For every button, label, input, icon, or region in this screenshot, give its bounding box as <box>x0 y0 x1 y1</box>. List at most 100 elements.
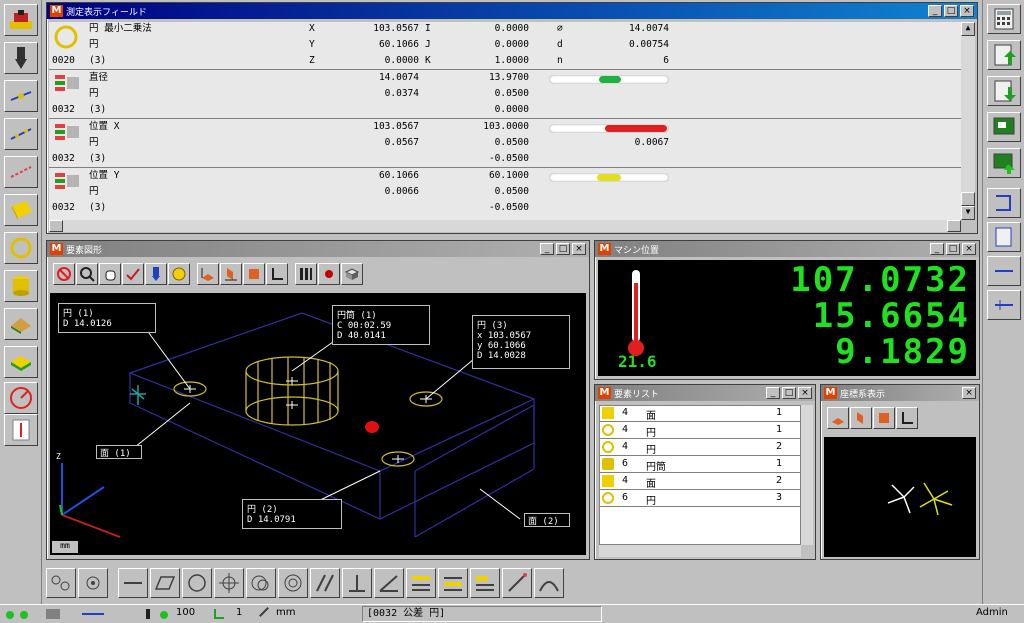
sphere-icon[interactable] <box>4 346 38 378</box>
minimize-button[interactable]: _ <box>928 5 942 17</box>
symmetry-icon[interactable] <box>406 568 436 598</box>
list-item[interactable]: 6円3 <box>600 491 800 507</box>
pan-hand-icon[interactable] <box>99 263 121 285</box>
list-item[interactable]: 4円2 <box>600 440 800 456</box>
angle-icon[interactable] <box>4 382 38 414</box>
measure-block[interactable]: 0032 位置 X 円 (3) 103.0567 0.0567 103.0000… <box>49 120 961 168</box>
rotate-icon[interactable] <box>168 263 190 285</box>
measure-hscrollbar[interactable] <box>49 220 961 232</box>
measure-block[interactable]: 0020 円 最小二乗法 円 (3) X Y Z 103.0567 60.106… <box>49 22 961 70</box>
close-button[interactable]: × <box>960 5 974 17</box>
scroll-thumb[interactable] <box>961 192 975 206</box>
list-window-title: 要素リスト <box>614 389 660 400</box>
list-item[interactable]: 4面1 <box>600 406 800 422</box>
view-iso-icon[interactable] <box>266 263 288 285</box>
maximize-button[interactable]: □ <box>944 5 958 17</box>
minimize-button[interactable]: _ <box>930 243 944 255</box>
arc-icon[interactable] <box>534 568 564 598</box>
calc-up-icon[interactable] <box>987 40 1021 70</box>
solid-icon[interactable] <box>341 263 363 285</box>
minimize-button[interactable]: _ <box>766 387 780 399</box>
page-icon[interactable] <box>987 222 1021 252</box>
scroll-up-button[interactable]: ▲ <box>961 22 975 36</box>
measure-vscrollbar[interactable]: ▲ ▼ <box>961 22 975 220</box>
calculator-icon[interactable] <box>987 4 1021 34</box>
circle-icon[interactable] <box>4 232 38 264</box>
view-side-icon[interactable] <box>220 263 242 285</box>
concentric-icon[interactable] <box>246 568 276 598</box>
view-front-icon[interactable] <box>197 263 219 285</box>
view-side-icon[interactable] <box>850 407 872 429</box>
plane-icon[interactable] <box>4 194 38 226</box>
monitor-icon[interactable] <box>987 112 1021 142</box>
angle-tool-icon[interactable] <box>374 568 404 598</box>
crosshair-icon[interactable] <box>214 568 244 598</box>
grid-icon[interactable] <box>295 263 317 285</box>
line-icon[interactable] <box>4 118 38 150</box>
view-top-icon[interactable] <box>243 263 265 285</box>
maximize-button[interactable]: □ <box>556 243 570 255</box>
scroll-right-button[interactable] <box>947 220 961 232</box>
probe-view-icon[interactable] <box>145 263 167 285</box>
list-hscrollbar[interactable] <box>599 545 801 557</box>
list-item[interactable]: 4円1 <box>600 423 800 439</box>
plane-tool-icon[interactable] <box>150 568 180 598</box>
close-button[interactable]: × <box>962 387 976 399</box>
cylinder-icon[interactable] <box>4 270 38 302</box>
unit-badge: mm <box>52 541 78 553</box>
circle-dual-icon[interactable] <box>78 568 108 598</box>
dotted-line-icon[interactable] <box>4 156 38 188</box>
close-button[interactable]: × <box>572 243 586 255</box>
calc-down-icon[interactable] <box>987 76 1021 106</box>
distance-icon[interactable] <box>4 414 38 446</box>
close-button[interactable]: × <box>798 387 812 399</box>
no-entry-icon[interactable] <box>53 263 75 285</box>
circle-tool-icon[interactable] <box>182 568 212 598</box>
list-item[interactable]: 4面2 <box>600 474 800 490</box>
line-tool-icon[interactable] <box>118 568 148 598</box>
point-icon[interactable] <box>4 80 38 112</box>
maximize-button[interactable]: □ <box>782 387 796 399</box>
bracket-icon[interactable] <box>987 188 1021 218</box>
midpoint-icon[interactable] <box>470 568 500 598</box>
record-icon[interactable] <box>318 263 340 285</box>
perpendicular-icon[interactable] <box>342 568 372 598</box>
list-vscrollbar[interactable] <box>801 405 813 545</box>
monitor-arrow-icon[interactable] <box>987 148 1021 178</box>
close-button[interactable]: × <box>962 243 976 255</box>
dash-line-icon[interactable] <box>987 256 1021 286</box>
dash-line-2-icon[interactable] <box>987 290 1021 320</box>
measure-block[interactable]: 0032 位置 Y 円 (3) 60.1066 0.0066 60.1000 0… <box>49 169 961 217</box>
callout-circle-3[interactable]: 円 (3) x 103.0567 y 60.1066 D 14.0028 <box>472 315 570 369</box>
callout-plane-1[interactable]: 面 (1) <box>96 445 142 459</box>
zoom-icon[interactable] <box>76 263 98 285</box>
check-icon[interactable] <box>122 263 144 285</box>
parallel-icon[interactable] <box>310 568 340 598</box>
probe-icon[interactable] <box>4 42 38 74</box>
scroll-down-button[interactable]: ▼ <box>961 206 975 220</box>
distance-tool-icon[interactable] <box>438 568 468 598</box>
callout-plane-2[interactable]: 面 (2) <box>524 513 570 527</box>
view-canvas[interactable]: Z 円 (1) D 14.0126 円筒 (1) C 00:02.59 D 40… <box>50 293 586 555</box>
list-item[interactable]: 6 円筒 1 <box>600 457 800 473</box>
circle-multi-icon[interactable] <box>46 568 76 598</box>
cone-icon[interactable] <box>4 308 38 340</box>
value-count: 6 <box>663 55 669 66</box>
measure-block[interactable]: 0032 直径 円 (3) 14.0074 0.0374 13.9700 0.0… <box>49 71 961 119</box>
axis-label: K <box>425 55 431 66</box>
view-iso-icon[interactable] <box>896 407 918 429</box>
coaxial-icon[interactable] <box>278 568 308 598</box>
callout-circle-2[interactable]: 円 (2) D 14.0791 <box>242 499 342 529</box>
machine-icon[interactable] <box>4 4 38 36</box>
view-top-icon[interactable] <box>873 407 895 429</box>
callout-circle-1[interactable]: 円 (1) D 14.0126 <box>58 303 156 333</box>
measure-window-titlebar: M 測定表示フィールド _ □ × <box>47 3 977 19</box>
callout-cylinder-1[interactable]: 円筒 (1) C 00:02.59 D 40.0141 <box>332 305 430 345</box>
measured-value: 60.1066 <box>378 170 419 181</box>
minimize-button[interactable]: _ <box>540 243 554 255</box>
view-front-icon[interactable] <box>827 407 849 429</box>
pen-icon[interactable] <box>502 568 532 598</box>
row-name: 直径 <box>89 72 109 83</box>
scroll-left-button[interactable] <box>49 220 63 232</box>
maximize-button[interactable]: □ <box>946 243 960 255</box>
